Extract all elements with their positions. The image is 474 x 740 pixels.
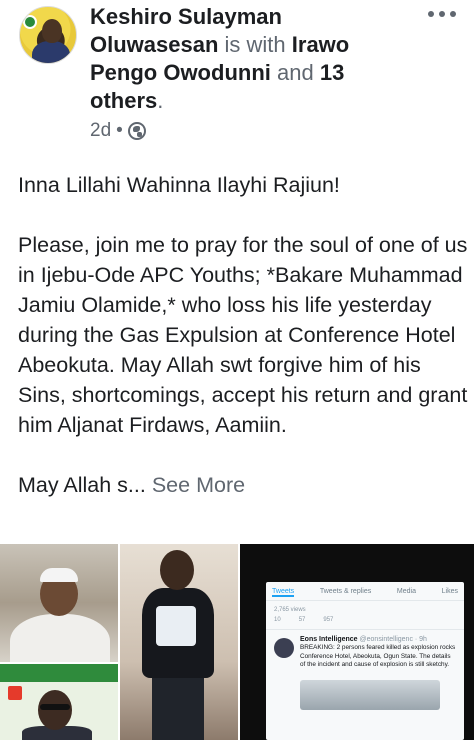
timestamp[interactable]: 2d [90,120,111,142]
post-header: Keshiro Sulayman Oluwasesan is with Iraw… [0,0,474,150]
more-dots-icon [428,11,434,17]
tweet-avatar [274,638,294,658]
photo-figure-head [160,550,194,590]
separator: • [116,120,123,141]
tweet-tab-replies: Tweets & replies [319,588,372,595]
tweet-text: BREAKING: 2 persons feared killed as exp… [300,644,456,668]
tweet-card: Tweets Tweets & replies Media Likes 2,76… [266,582,464,740]
see-more-link[interactable]: See More [152,473,245,497]
more-dots-icon [450,11,456,17]
photo-man-white-cap[interactable] [0,544,118,662]
period: . [157,88,164,113]
like-count: 957 [323,617,334,623]
photo-figure-cap [40,568,78,582]
poster-logo [8,686,22,700]
globe-icon[interactable] [127,122,146,140]
with-text: is with [224,32,286,57]
tweet-tab-tweets: Tweets [272,588,295,597]
and-text: and [277,60,314,85]
tweet-views: 2,765 views [274,607,306,613]
photo-figure-legs [152,676,204,740]
tweet-handle: @eonsintelligenc · 9h [359,636,427,643]
tweet-author: Eons Intelligence @eonsintelligenc · 9h [300,636,456,643]
photo-grid: Tweets Tweets & replies Media Likes 2,76… [0,544,474,740]
truncated-text: May Allah s... [18,473,146,497]
tweet-tab-likes: Likes [441,588,458,595]
post-text: Inna Lillahi Wahinna Ilayhi Rajiun! Plea… [18,170,468,500]
tweet-image [300,679,440,710]
author-avatar[interactable] [19,6,77,64]
avatar-figure-body [32,41,70,63]
flag-badge [23,15,37,29]
reply-count: 10 [274,617,281,623]
poster-banner [0,664,118,682]
post-meta: 2d • [90,120,146,142]
tweet-actions: 10 57 957 [266,615,464,630]
avatar-figure-face [42,19,62,43]
photo-figure-shoulders [10,614,110,662]
post-truncated-line: May Allah s... See More [18,470,468,500]
retweet-count: 57 [298,617,306,623]
tweet-main: Eons Intelligence @eonsintelligenc · 9h … [266,630,464,676]
tweet-tabs: Tweets Tweets & replies Media Likes [266,582,464,601]
post-paragraph-2: Please, join me to pray for the soul of … [18,233,468,437]
author-line: Keshiro Sulayman Oluwasesan is with Iraw… [90,3,390,115]
photo-apc-poster[interactable] [0,664,118,740]
photo-tweet-screenshot[interactable]: Tweets Tweets & replies Media Likes 2,76… [240,544,474,740]
poster-figure-glasses [40,704,70,710]
post-line-1: Inna Lillahi Wahinna Ilayhi Rajiun! [18,173,340,197]
tweet-tab-media: Media [396,588,416,595]
photo-man-standing[interactable] [120,544,238,740]
photo-shirt-print [156,606,196,646]
more-dots-icon [439,11,445,17]
poster-figure-head [38,690,72,730]
more-options-button[interactable] [424,4,460,24]
tweet-author-name: Eons Intelligence [300,636,358,643]
